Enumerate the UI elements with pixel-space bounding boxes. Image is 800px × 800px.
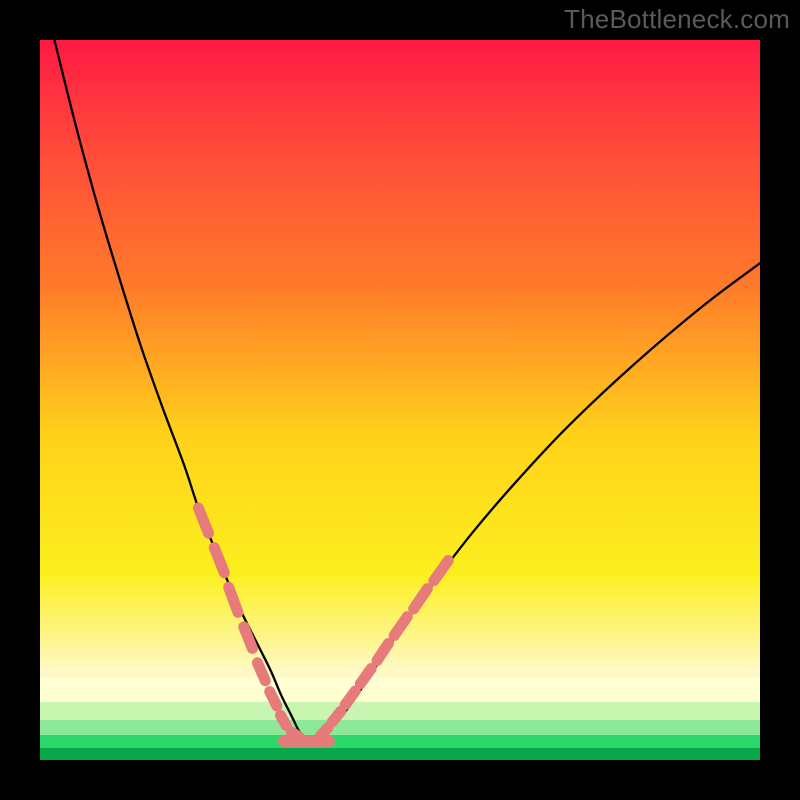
dash-segment	[360, 669, 371, 684]
dash-segment	[434, 561, 448, 581]
dash-segment	[377, 643, 389, 660]
dash-segment	[320, 728, 328, 737]
dash-segment	[345, 691, 355, 705]
dash-segment	[214, 548, 224, 573]
dash-segment	[270, 692, 277, 706]
plot-area	[40, 40, 760, 760]
dash-segments-right	[320, 561, 448, 737]
bottleneck-curve	[54, 40, 760, 739]
dash-segment	[394, 617, 407, 636]
curve-layer	[40, 40, 760, 760]
watermark-text: TheBottleneck.com	[564, 4, 790, 35]
chart-frame: TheBottleneck.com	[0, 0, 800, 800]
dash-segment	[414, 589, 428, 609]
dash-segment	[229, 587, 238, 612]
dash-segment	[198, 508, 208, 533]
dash-segment	[280, 715, 286, 725]
dash-segment	[257, 663, 265, 681]
dash-segment	[332, 711, 341, 722]
